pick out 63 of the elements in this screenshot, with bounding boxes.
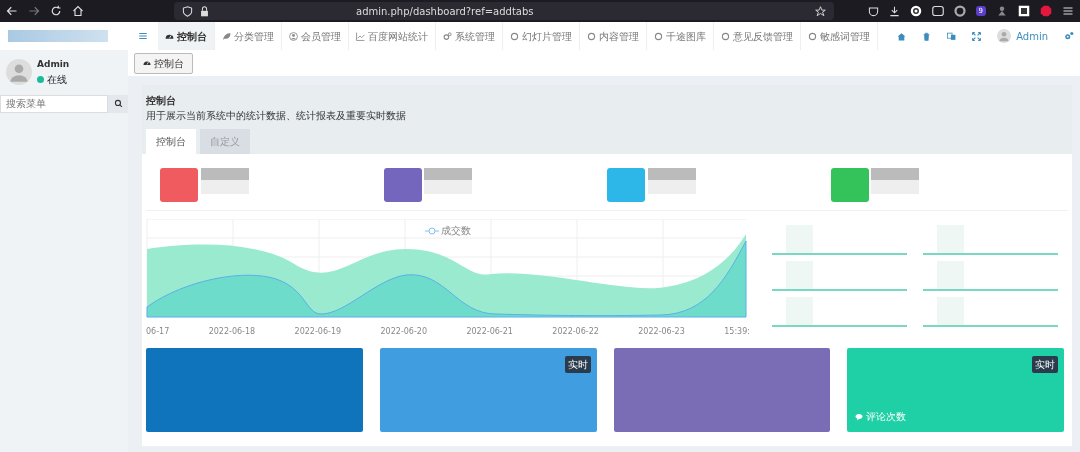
nav-tab[interactable]: 控制台 [158, 22, 215, 50]
menu-icon[interactable] [1062, 5, 1074, 17]
card-caption: 评论次数 [865, 410, 906, 424]
download-icon[interactable] [888, 5, 900, 17]
fullscreen-icon[interactable] [972, 31, 982, 41]
search-button[interactable] [108, 94, 128, 113]
panel-tab[interactable]: 控制台 [146, 129, 196, 154]
chart-icon [356, 31, 365, 41]
legend-marker-icon [424, 226, 439, 235]
user-menu-link[interactable]: Admin [1016, 28, 1048, 44]
redacted-text [647, 168, 696, 194]
avatar-icon [997, 29, 1012, 43]
axis-label: 2022-06-19 [294, 326, 342, 338]
redacted-text [424, 168, 472, 194]
circle-icon [510, 31, 519, 41]
status-badge: 实时 [564, 356, 591, 373]
panel-title: 控制台 [146, 94, 177, 108]
forward-button[interactable] [28, 5, 40, 17]
shield-icon [182, 5, 193, 17]
search-icon [113, 99, 123, 108]
circle-icon [654, 31, 663, 41]
circle-icon [721, 31, 730, 41]
legend-label: 成交数 [441, 224, 472, 238]
user-name: Admin [37, 58, 70, 71]
leaf-icon [222, 31, 231, 41]
redacted-text [200, 168, 249, 194]
adblock-icon[interactable] [1040, 5, 1052, 17]
axis-label: 2022-06-21 [466, 326, 513, 338]
status-text: 在线 [46, 72, 67, 87]
extension-icon[interactable] [1018, 5, 1030, 17]
url-text: admin.php/dashboard?ref=addtabs [356, 4, 534, 19]
search-field[interactable]: 搜索菜单 [0, 94, 108, 113]
avatar-icon [6, 59, 32, 86]
address-bar[interactable]: admin.php/dashboard?ref=addtabs [174, 2, 834, 20]
home-icon[interactable] [897, 31, 907, 41]
translate-icon[interactable] [947, 31, 957, 41]
dashboard-icon [143, 59, 151, 67]
circle-icon [808, 31, 817, 41]
axis-label: 15:39: [724, 326, 750, 338]
reload-button[interactable] [50, 5, 62, 17]
home-button[interactable] [72, 5, 84, 17]
extension-icon[interactable] [953, 5, 966, 17]
settings-icon[interactable] [1064, 31, 1074, 41]
trash-icon[interactable] [922, 31, 932, 41]
circle-icon [587, 31, 596, 41]
axis-label: 06-17 [146, 326, 170, 338]
redacted-text [871, 168, 919, 194]
comment-icon [855, 412, 864, 421]
back-button[interactable] [6, 5, 18, 17]
axis-label: 2022-06-20 [380, 326, 427, 338]
pocket-icon[interactable] [867, 5, 879, 17]
extension-icon[interactable] [909, 5, 922, 17]
menu-icon [138, 31, 148, 41]
status-badge: 实时 [1032, 356, 1058, 373]
axis-label: 2022-06-22 [552, 326, 599, 338]
user-icon [289, 31, 298, 41]
axis-label: 2022-06-23 [638, 326, 685, 338]
open-tab[interactable]: 控制台 [134, 52, 193, 74]
axis-label: 2022-06-18 [208, 326, 256, 338]
bookmark-star-icon[interactable] [815, 5, 826, 17]
panel-description: 用于展示当前系统中的统计数据、统计报表及重要实时数据 [146, 109, 407, 123]
gears-icon [443, 31, 452, 41]
lock-icon [199, 5, 210, 17]
